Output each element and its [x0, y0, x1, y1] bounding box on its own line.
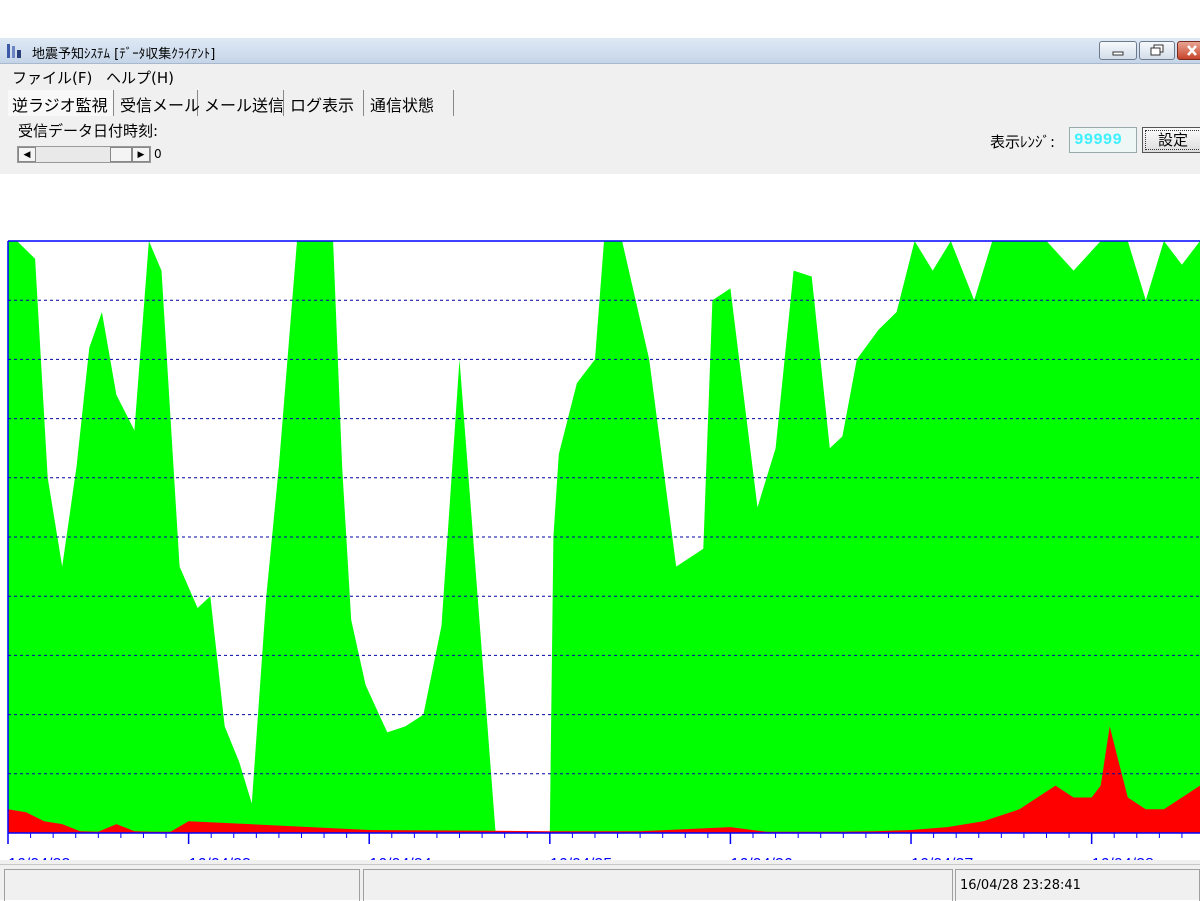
- receive-datetime-label: 受信データ日付時刻:: [18, 122, 159, 140]
- signal-chart: 16/04/22 16/04/23 16/04/24 16/04/25 16/04/26…: [7, 240, 1200, 860]
- status-bar: 16/04/28 23:28:41: [0, 864, 1200, 901]
- menu-help[interactable]: ヘルプ(H): [106, 67, 174, 88]
- x-tick-label-2: 16/04/24: [369, 856, 431, 860]
- close-icon: [1187, 45, 1197, 56]
- menu-file[interactable]: ファイル(F): [12, 67, 92, 88]
- title-bar: 地震予知ｼｽﾃﾑ [ﾃﾞｰﾀ収集ｸﾗｲｱﾝﾄ]: [0, 38, 1200, 64]
- status-datetime: 16/04/28 23:28:41: [955, 869, 1200, 901]
- x-tick-label-5: 16/04/27: [911, 856, 973, 860]
- status-pane-1: [4, 869, 360, 901]
- close-button[interactable]: [1177, 41, 1200, 60]
- x-tick-label-1: 16/04/23: [189, 856, 251, 860]
- minimize-button[interactable]: [1099, 41, 1137, 60]
- restore-button[interactable]: [1139, 41, 1175, 60]
- display-range-input[interactable]: 99999: [1069, 127, 1137, 153]
- x-tick-label-0: 16/04/22: [8, 856, 70, 860]
- tab-comm-status[interactable]: 通信状態: [366, 90, 454, 116]
- tab-log[interactable]: ログ表示: [286, 90, 364, 116]
- tab-send-mail[interactable]: メール送信: [200, 90, 284, 116]
- chart-area: 16/04/22 16/04/23 16/04/24 16/04/25 16/04/26…: [0, 174, 1200, 860]
- tab-reverse-radio[interactable]: 逆ラジオ監視: [8, 90, 114, 116]
- display-range-label: 表示ﾚﾝｼﾞ:: [990, 133, 1056, 151]
- set-button[interactable]: 設定: [1142, 127, 1200, 153]
- scroll-thumb[interactable]: [110, 147, 132, 162]
- tab-bar: 逆ラジオ監視 受信メール メール送信 ログ表示 通信状態: [0, 88, 1200, 116]
- scroll-value: 0: [154, 147, 162, 161]
- window-title: 地震予知ｼｽﾃﾑ [ﾃﾞｰﾀ収集ｸﾗｲｱﾝﾄ]: [32, 47, 216, 62]
- status-pane-2: [363, 869, 953, 901]
- datetime-scrollbar[interactable]: ◀ ▶: [17, 146, 151, 163]
- minimize-icon: [1112, 51, 1124, 56]
- app-window: 地震予知ｼｽﾃﾑ [ﾃﾞｰﾀ収集ｸﾗｲｱﾝﾄ] ファイル(F) ヘルプ(H) 逆…: [0, 38, 1200, 901]
- menu-bar: ファイル(F) ヘルプ(H): [0, 65, 1200, 87]
- app-icon: [7, 44, 21, 58]
- restore-icon: [1150, 44, 1164, 56]
- scroll-left-icon[interactable]: ◀: [18, 147, 36, 162]
- tab-received-mail[interactable]: 受信メール: [116, 90, 200, 116]
- x-tick-label-3: 16/04/25: [550, 856, 612, 860]
- x-tick-label-6: 16/04/28: [1092, 856, 1154, 860]
- scroll-right-icon[interactable]: ▶: [132, 147, 150, 162]
- x-tick-label-4: 16/04/26: [730, 856, 792, 860]
